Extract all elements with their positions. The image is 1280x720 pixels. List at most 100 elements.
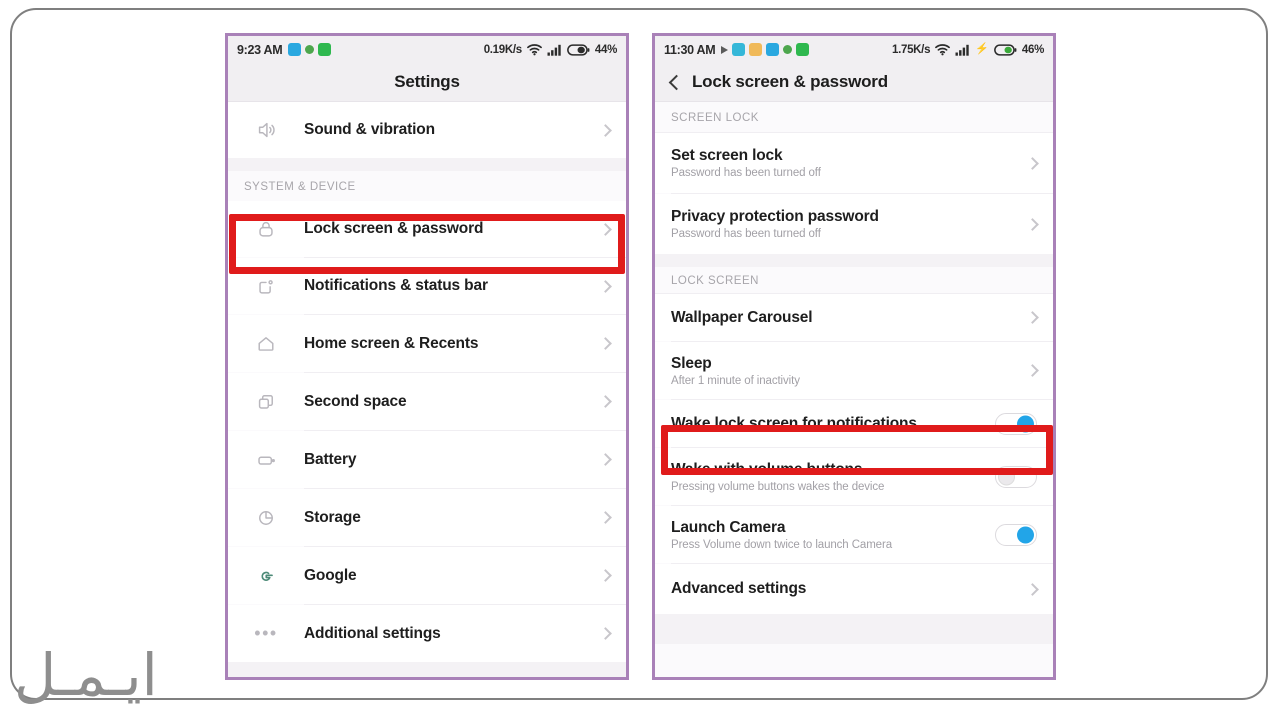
settings-row-storage[interactable]: Storage xyxy=(228,489,626,546)
settings-row-additional-settings[interactable]: ••• Additional settings xyxy=(228,605,626,662)
settings-row-label: Set screen lock xyxy=(671,147,783,164)
settings-row-home-screen-recents[interactable]: Home screen & Recents xyxy=(228,315,626,372)
chevron-right-icon xyxy=(599,279,612,293)
app-cyan-icon xyxy=(732,43,746,56)
settings-row-label: Advanced settings xyxy=(671,580,807,597)
settings-row-label: Home screen & Recents xyxy=(304,334,479,352)
left-title-bar: Settings xyxy=(228,63,626,102)
lock-icon xyxy=(228,218,304,240)
chevron-right-icon xyxy=(599,123,612,137)
settings-row-label: Sleep xyxy=(671,354,712,372)
settings-row-sublabel: Pressing volume buttons wakes the device xyxy=(671,480,885,493)
outer-frame-border xyxy=(10,8,1268,700)
settings-row-sound-vibration[interactable]: Sound & vibration xyxy=(228,102,626,158)
wifi-icon xyxy=(935,44,951,56)
right-status-notification-icons xyxy=(721,43,810,56)
home-icon xyxy=(228,333,304,355)
settings-row-text: Set screen lock Password has been turned… xyxy=(671,147,1028,179)
right-title-bar: Lock screen & password xyxy=(655,63,1053,102)
second-space-icon xyxy=(228,391,304,413)
settings-row-sublabel: Password has been turned off xyxy=(671,228,821,240)
left-status-data-rate: 0.19K/s xyxy=(483,43,522,56)
settings-row-text: Advanced settings xyxy=(671,580,1028,598)
chevron-right-icon xyxy=(1026,156,1039,170)
whatsapp-green-icon xyxy=(796,43,810,56)
settings-row-text: Additional settings xyxy=(304,625,601,643)
settings-row-privacy-protection-password[interactable]: Privacy protection password Password has… xyxy=(655,194,1053,254)
bottom-gap xyxy=(655,614,1053,644)
toggle-knob xyxy=(1017,526,1034,543)
battery-icon xyxy=(566,43,590,56)
more-dots-glyph: ••• xyxy=(254,623,278,643)
back-chevron-icon[interactable] xyxy=(668,74,685,90)
settings-row-label: Storage xyxy=(304,508,361,526)
settings-row-second-space[interactable]: Second space xyxy=(228,373,626,430)
settings-row-text: Storage xyxy=(304,509,601,527)
settings-row-sleep[interactable]: Sleep After 1 minute of inactivity xyxy=(655,342,1053,399)
chevron-right-icon xyxy=(1026,311,1039,324)
settings-row-label: Battery xyxy=(304,450,357,468)
dot-green-icon xyxy=(305,45,315,54)
settings-row-label: Second space xyxy=(304,392,407,410)
settings-row-lock-screen-password[interactable]: Lock screen & password xyxy=(228,201,626,257)
settings-row-google[interactable]: Google xyxy=(228,547,626,604)
left-page-title: Settings xyxy=(394,72,460,91)
chevron-right-icon xyxy=(599,511,612,524)
settings-row-text: Wake with volume buttons Pressing volume… xyxy=(671,461,995,493)
settings-row-text: Sleep After 1 minute of inactivity xyxy=(671,355,1028,387)
battery-icon xyxy=(228,449,304,471)
section-header-screen-lock: SCREEN LOCK xyxy=(655,102,1053,132)
left-status-notification-icons xyxy=(288,43,332,56)
dot-green-icon xyxy=(783,45,793,54)
wake-lock-screen-toggle[interactable] xyxy=(995,412,1037,435)
launch-camera-toggle[interactable] xyxy=(995,523,1037,546)
settings-row-wallpaper-carousel[interactable]: Wallpaper Carousel xyxy=(655,294,1053,341)
left-status-battery-percent: 44% xyxy=(594,43,617,56)
chevron-right-icon xyxy=(1026,582,1039,596)
settings-row-text: Second space xyxy=(304,393,601,411)
google-icon xyxy=(228,565,304,587)
left-settings-list[interactable]: Sound & vibration SYSTEM & DEVICE Lock s… xyxy=(228,102,626,677)
play-icon xyxy=(721,45,729,54)
right-status-data-rate: 1.75K/s xyxy=(891,43,931,56)
settings-row-set-screen-lock[interactable]: Set screen lock Password has been turned… xyxy=(655,133,1053,193)
section-header-lock-screen: LOCK SCREEN xyxy=(655,267,1053,293)
signal-bars-icon xyxy=(547,44,561,56)
app-orange-icon xyxy=(749,43,763,56)
settings-row-text: Sound & vibration xyxy=(304,121,601,139)
wake-with-volume-buttons-toggle[interactable] xyxy=(995,465,1037,488)
chevron-right-icon xyxy=(599,222,612,236)
right-status-battery-percent: 46% xyxy=(1021,43,1044,56)
settings-row-wake-lock-screen-for-notifications[interactable]: Wake lock screen for notifications xyxy=(655,400,1053,447)
settings-row-battery[interactable]: Battery xyxy=(228,431,626,488)
settings-row-wake-with-volume-buttons[interactable]: Wake with volume buttons Pressing volume… xyxy=(655,448,1053,505)
signal-bars-icon xyxy=(955,44,969,56)
app-blue-icon xyxy=(766,43,780,56)
settings-row-text: Wake lock screen for notifications xyxy=(671,415,995,433)
chevron-right-icon xyxy=(599,627,612,640)
settings-row-sublabel: Press Volume down twice to launch Camera xyxy=(671,538,892,551)
settings-row-label: Wallpaper Carousel xyxy=(671,308,813,326)
chevron-right-icon xyxy=(599,453,612,466)
settings-row-text: Launch Camera Press Volume down twice to… xyxy=(671,519,995,551)
settings-row-advanced-settings[interactable]: Advanced settings xyxy=(655,564,1053,614)
settings-row-launch-camera[interactable]: Launch Camera Press Volume down twice to… xyxy=(655,506,1053,563)
settings-row-label: Wake lock screen for notifications xyxy=(671,414,917,432)
left-phone-panel: 9:23 AM 0.19K/s 44% Settings Sound & vib… xyxy=(225,33,629,680)
settings-row-notifications-status-bar[interactable]: Notifications & status bar xyxy=(228,258,626,314)
settings-row-label: Lock screen & password xyxy=(304,220,484,237)
settings-row-label: Google xyxy=(304,566,357,584)
section-gap xyxy=(655,254,1053,267)
section-header-system-device: SYSTEM & DEVICE xyxy=(228,171,626,201)
settings-row-text: Notifications & status bar xyxy=(304,277,601,295)
right-settings-list[interactable]: SCREEN LOCK Set screen lock Password has… xyxy=(655,102,1053,677)
settings-row-sublabel: Password has been turned off xyxy=(671,167,821,179)
section-gap xyxy=(228,158,626,171)
watermark-text: ایـمـل xyxy=(14,641,158,709)
chevron-right-icon xyxy=(599,395,612,408)
storage-icon xyxy=(228,507,304,529)
settings-row-label: Privacy protection password xyxy=(671,208,879,225)
settings-row-text: Wallpaper Carousel xyxy=(671,309,1028,327)
settings-row-label: Additional settings xyxy=(304,624,441,642)
right-status-bar: 11:30 AM 1.75K/s ⚡ 46% xyxy=(655,36,1053,63)
